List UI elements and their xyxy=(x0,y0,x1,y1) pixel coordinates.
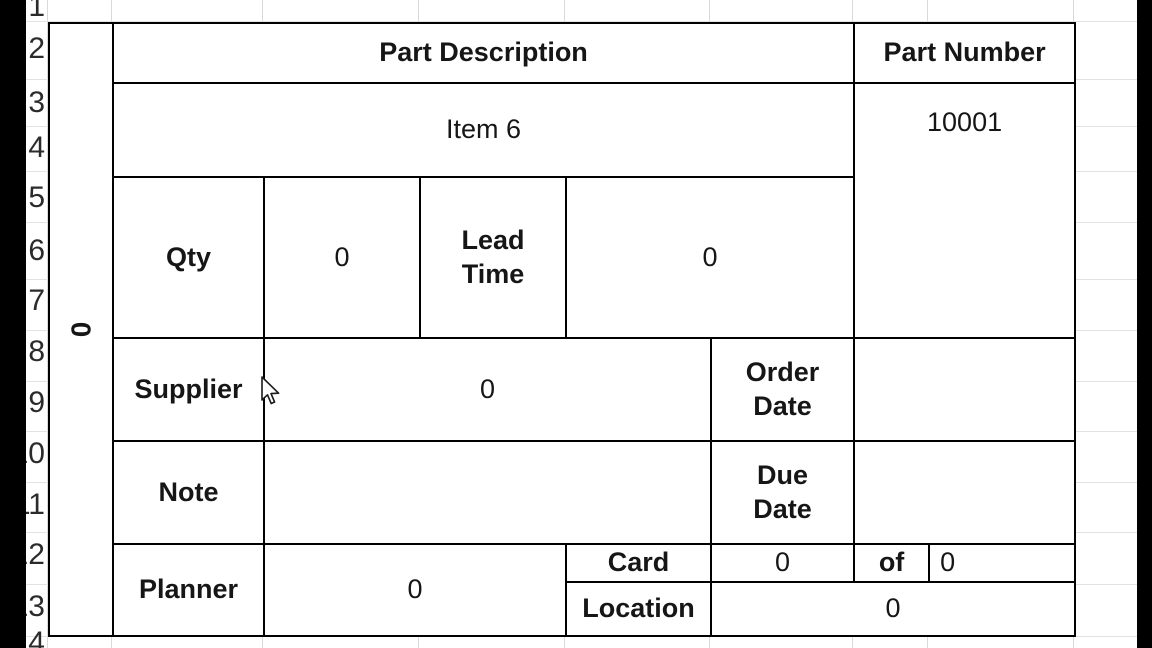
value-due-date[interactable] xyxy=(853,440,1077,545)
spreadsheet-screen: 1 2 3 4 5 6 7 8 9 10 11 12 13 14 0 Part … xyxy=(0,0,1152,648)
value-order-date[interactable] xyxy=(853,337,1077,442)
value-part-description[interactable]: Item 6 xyxy=(111,82,856,178)
value-location[interactable]: 0 xyxy=(709,581,1077,637)
table-row-planner-card: Planner 0 Card 0 of 0 xyxy=(49,543,1077,637)
side-tag-cell[interactable]: 0 xyxy=(48,22,114,637)
label-lead-time-line2: Time xyxy=(461,258,525,289)
label-supplier[interactable]: Supplier xyxy=(112,337,265,442)
right-black-bar xyxy=(1137,0,1152,648)
label-lead-time[interactable]: Lead Time xyxy=(419,176,567,339)
label-due-date[interactable]: Due Date xyxy=(709,440,856,545)
label-order-date-line2: Date xyxy=(753,390,812,421)
value-lead-time[interactable]: 0 xyxy=(564,176,856,339)
label-location[interactable]: Location xyxy=(565,581,712,637)
label-order-date[interactable]: Order Date xyxy=(709,337,856,442)
label-lead-time-line1: Lead xyxy=(461,224,525,255)
value-part-number[interactable]: 10001 xyxy=(853,82,1077,339)
value-card-total[interactable]: 0 xyxy=(928,543,1077,583)
label-qty[interactable]: Qty xyxy=(112,176,265,339)
label-order-date-line1: Order xyxy=(745,356,820,387)
table-row-note: Note Due Date xyxy=(49,440,1077,545)
label-due-date-line1: Due xyxy=(757,459,809,490)
label-planner[interactable]: Planner xyxy=(112,543,265,637)
label-card-separator: of xyxy=(853,543,931,583)
table-row-headers: 0 Part Description Part Number xyxy=(48,22,1077,637)
label-note[interactable]: Note xyxy=(112,440,265,545)
side-tag-value: 0 xyxy=(65,321,97,338)
value-qty[interactable]: 0 xyxy=(263,176,421,339)
table-row-supplier: Supplier 0 Order Date xyxy=(49,337,1077,442)
value-supplier[interactable]: 0 xyxy=(263,337,712,442)
part-card-form: 0 Part Description Part Number Item 6 10… xyxy=(48,22,1077,637)
header-part-description[interactable]: Part Description xyxy=(111,22,856,84)
label-due-date-line2: Date xyxy=(753,493,812,524)
table-row-values: Item 6 10001 xyxy=(49,82,1077,339)
value-card-current[interactable]: 0 xyxy=(709,543,856,583)
label-card[interactable]: Card xyxy=(565,543,712,583)
value-planner[interactable]: 0 xyxy=(263,543,567,637)
left-black-bar xyxy=(0,0,26,648)
value-note[interactable] xyxy=(263,440,712,545)
header-part-number[interactable]: Part Number xyxy=(853,22,1077,84)
